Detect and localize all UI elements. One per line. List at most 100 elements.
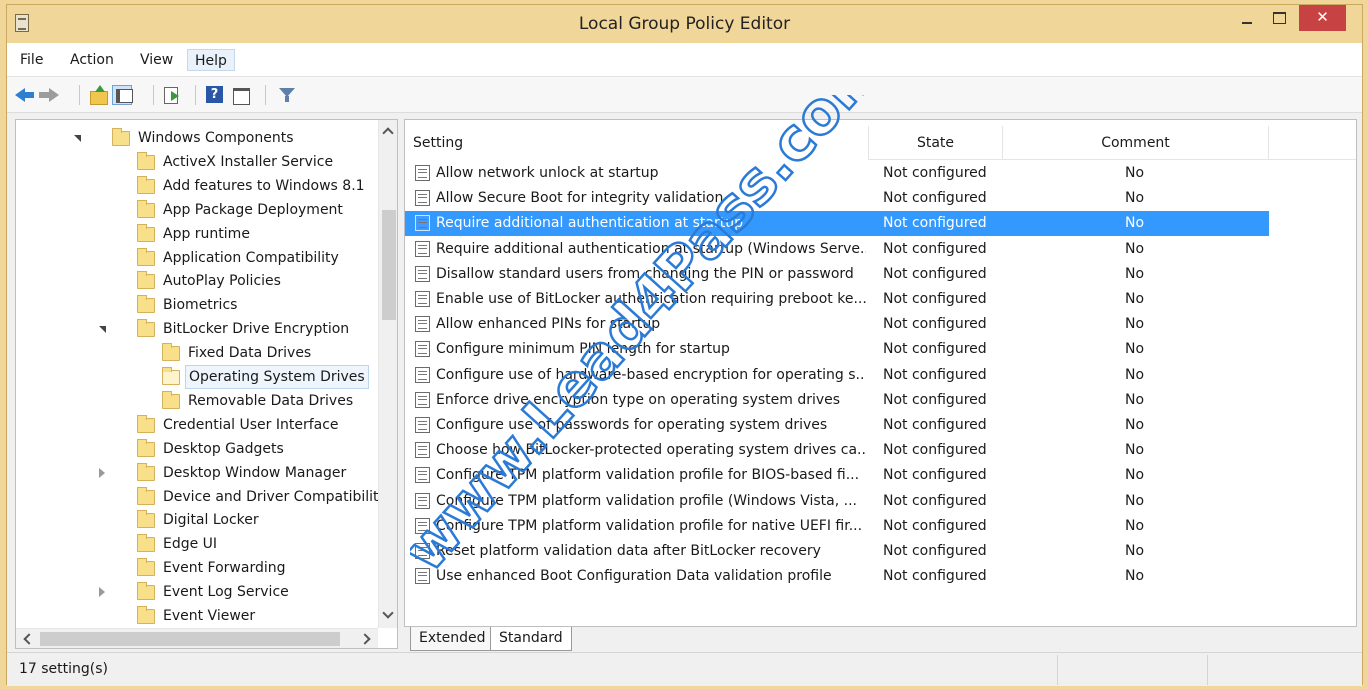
tree-item[interactable]: App runtime	[16, 222, 376, 246]
collapse-arrow-icon[interactable]	[74, 135, 81, 142]
tree-item-label: Biometrics	[163, 297, 238, 314]
back-arrow-icon[interactable]	[15, 85, 35, 105]
table-row[interactable]: Allow Secure Boot for integrity validati…	[405, 186, 1269, 211]
table-row[interactable]: Allow enhanced PINs for startup Not confi…	[405, 312, 1269, 337]
tree-item[interactable]: Event Log Service	[16, 580, 376, 604]
scroll-thumb[interactable]	[40, 632, 340, 646]
table-row[interactable]: Enable use of BitLocker authentication r…	[405, 287, 1269, 312]
tree-item[interactable]: Digital Locker	[16, 508, 376, 532]
settings-list[interactable]: Setting State Comment Allow network unlo…	[404, 119, 1357, 627]
cell-state: Not configured	[883, 291, 987, 307]
minimize-button[interactable]	[1233, 5, 1261, 31]
cell-setting: Enforce drive encryption type on operati…	[436, 391, 841, 408]
filter-icon[interactable]	[277, 85, 297, 105]
policy-setting-icon	[415, 467, 430, 484]
column-header-comment[interactable]: Comment	[1003, 126, 1269, 160]
console-tree[interactable]: Windows Components ActiveX Installer Serv…	[15, 119, 398, 649]
tree-item[interactable]: Removable Data Drives	[16, 389, 376, 413]
scroll-left-icon[interactable]	[23, 633, 35, 645]
properties-icon[interactable]	[231, 85, 251, 105]
help-icon[interactable]	[205, 85, 225, 105]
table-row[interactable]: Choose how BitLocker-protected operating…	[405, 438, 1269, 463]
tree-vertical-scrollbar[interactable]	[378, 120, 397, 628]
scroll-right-icon[interactable]	[359, 633, 371, 645]
cell-comment: No	[1125, 265, 1145, 282]
folder-icon	[137, 582, 155, 601]
tree-item-label: Application Compatibility	[163, 249, 339, 266]
tree-item-label: App runtime	[163, 225, 250, 242]
cell-comment: No	[1125, 417, 1145, 433]
cell-setting: Configure TPM platform validation profil…	[436, 492, 857, 509]
tree-item[interactable]: BitLocker Drive Encryption	[16, 317, 376, 341]
table-row[interactable]: Configure TPM platform validation profil…	[405, 463, 1269, 488]
cell-setting: Configure use of passwords for operating…	[436, 417, 828, 433]
tree-item[interactable]: Biometrics	[16, 293, 376, 317]
table-row[interactable]: Allow network unlock at startup Not confi…	[405, 161, 1269, 186]
cell-comment: No	[1125, 492, 1145, 509]
scroll-down-icon[interactable]	[382, 607, 394, 619]
export-list-icon[interactable]	[162, 85, 182, 105]
tree-item-label: Fixed Data Drives	[188, 345, 312, 362]
table-row[interactable]: Configure use of hardware-based encrypti…	[405, 363, 1269, 388]
cell-state: Not configured	[883, 391, 987, 408]
folder-icon	[137, 414, 155, 433]
tree-item[interactable]: Desktop Window Manager	[16, 461, 376, 485]
table-row[interactable]: Configure use of passwords for operating…	[405, 413, 1269, 438]
tab-extended[interactable]: Extended	[410, 627, 495, 651]
tree-item-label: Event Forwarding	[163, 560, 286, 577]
table-row[interactable]: Configure TPM platform validation profil…	[405, 514, 1269, 539]
tree-item[interactable]: Device and Driver Compatibilit	[16, 485, 379, 509]
tree-item[interactable]: AutoPlay Policies	[16, 269, 376, 293]
tree-item-label: AutoPlay Policies	[163, 273, 281, 290]
policy-setting-icon	[415, 316, 430, 333]
table-row[interactable]: Require additional authentication at sta…	[405, 237, 1269, 262]
expand-arrow-icon[interactable]	[99, 587, 105, 598]
title-bar[interactable]: Local Group Policy Editor ✕	[7, 5, 1362, 43]
tree-item-label: Add features to Windows 8.1	[163, 177, 365, 194]
up-one-level-icon[interactable]	[89, 85, 109, 105]
tree-item-label: Event Viewer	[163, 608, 256, 624]
tree-item[interactable]: Application Compatibility	[16, 246, 376, 270]
tree-item[interactable]: App Package Deployment	[16, 198, 376, 222]
table-row[interactable]: Require additional authentication at sta…	[405, 211, 1269, 237]
tree-item[interactable]: Event Forwarding	[16, 556, 376, 580]
scroll-thumb[interactable]	[382, 210, 396, 320]
tree-item-label: Event Log Service	[163, 584, 289, 601]
table-row[interactable]: Reset platform validation data after Bit…	[405, 539, 1269, 564]
menu-view[interactable]: View	[133, 49, 180, 71]
menu-file[interactable]: File	[13, 49, 50, 71]
show-hide-console-tree-icon[interactable]	[112, 85, 133, 105]
cell-state: Not configured	[883, 543, 987, 559]
tree-item[interactable]: Fixed Data Drives	[16, 341, 376, 365]
column-header-setting[interactable]: Setting	[405, 126, 869, 160]
table-row[interactable]: Configure minimum PIN length for startup…	[405, 337, 1269, 362]
tree-horizontal-scrollbar[interactable]	[16, 628, 378, 648]
close-button[interactable]: ✕	[1299, 5, 1346, 31]
tree-item[interactable]: Add features to Windows 8.1	[16, 174, 376, 198]
folder-icon	[137, 223, 155, 242]
maximize-button[interactable]	[1265, 5, 1293, 31]
tab-standard[interactable]: Standard	[490, 627, 572, 651]
forward-arrow-icon[interactable]	[39, 85, 59, 105]
tree-item[interactable]: ActiveX Installer Service	[16, 150, 376, 174]
cell-state: Not configured	[883, 265, 987, 282]
table-row[interactable]: Enforce drive encryption type on operati…	[405, 388, 1269, 413]
table-row[interactable]: Use enhanced Boot Configuration Data val…	[405, 564, 1269, 589]
menu-action[interactable]: Action	[63, 49, 121, 71]
cell-setting: Enable use of BitLocker authentication r…	[436, 291, 866, 307]
tree-item[interactable]: Desktop Gadgets	[16, 437, 376, 461]
tree-item[interactable]: Event Viewer	[16, 604, 376, 628]
expand-arrow-icon[interactable]	[99, 467, 105, 478]
collapse-arrow-icon[interactable]	[99, 326, 106, 334]
cell-setting: Choose how BitLocker-protected operating…	[436, 442, 866, 459]
tree-item[interactable]: Credential User Interface	[16, 413, 376, 437]
tree-item[interactable]: Windows Components	[16, 126, 376, 150]
tree-item[interactable]: Operating System Drives	[16, 365, 376, 389]
table-row[interactable]: Disallow standard users from changing th…	[405, 262, 1269, 287]
tree-item[interactable]: Edge UI	[16, 532, 376, 556]
menu-help[interactable]: Help	[187, 49, 235, 71]
scroll-up-icon[interactable]	[382, 127, 394, 139]
table-row[interactable]: Configure TPM platform validation profil…	[405, 489, 1269, 514]
view-tabs: Extended Standard	[404, 627, 1357, 652]
column-header-state[interactable]: State	[869, 126, 1003, 160]
